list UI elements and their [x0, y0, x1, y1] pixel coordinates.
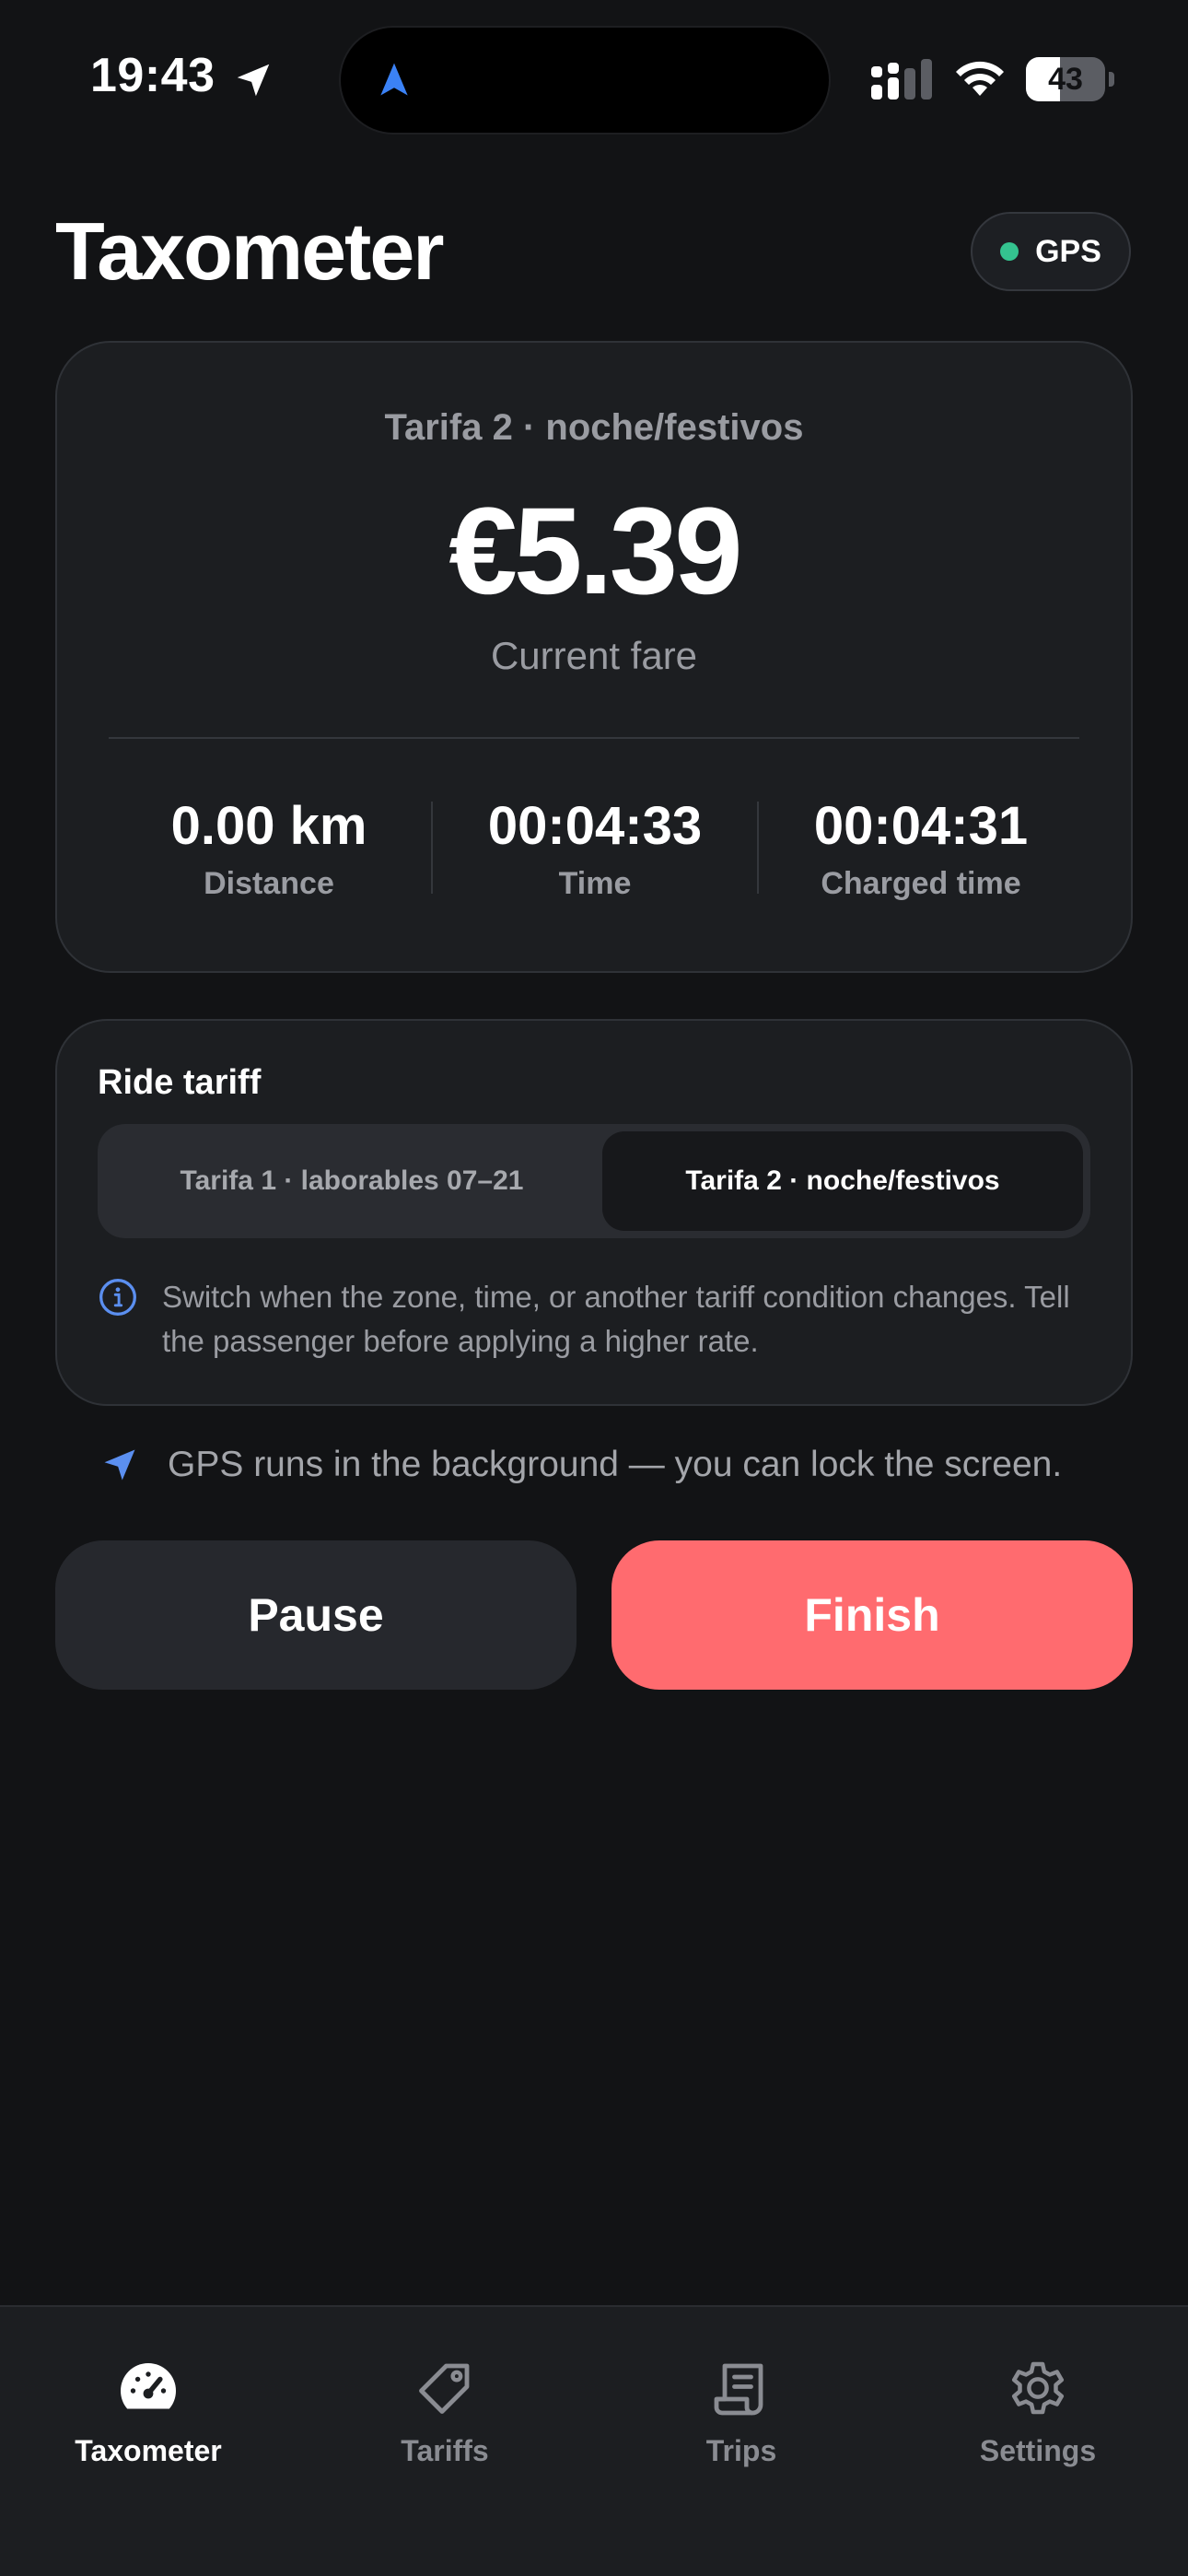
tab-trips-label: Trips: [705, 2434, 777, 2467]
fare-card: Tarifa 2 · noche/festivos €5.39 Current …: [55, 341, 1133, 973]
status-bar: 19:43 43: [0, 0, 1188, 157]
tariff-segmented-control: Tarifa 1 · laborables 07–21 Tarifa 2 · n…: [98, 1124, 1090, 1238]
location-arrow-icon: [104, 1449, 135, 1481]
battery-indicator: 43: [1026, 57, 1114, 101]
wifi-icon: [956, 61, 1004, 96]
tab-tariffs[interactable]: Tariffs: [297, 2355, 593, 2493]
speedometer-icon: [121, 2363, 176, 2409]
gear-icon: [1011, 2361, 1065, 2415]
cellular-signal-icon: [871, 59, 932, 100]
page-title: Taxometer: [55, 205, 445, 297]
ride-tariff-card: Ride tariff Tarifa 1 · laborables 07–21 …: [55, 1019, 1133, 1406]
tariff-option-2[interactable]: Tarifa 2 · noche/festivos: [602, 1131, 1083, 1231]
stat-distance-value: 0.00 km: [170, 796, 367, 856]
ride-tariff-heading: Ride tariff: [98, 1063, 262, 1102]
location-arrow-icon: [237, 64, 270, 97]
tab-trips[interactable]: Trips: [593, 2355, 890, 2493]
current-fare-amount: €5.39: [448, 483, 742, 620]
tab-tariffs-label: Tariffs: [401, 2434, 489, 2467]
stat-time-value: 00:04:33: [487, 796, 703, 856]
tab-settings-label: Settings: [979, 2434, 1097, 2467]
tab-bar: Taxometer Tariffs Trips Settings: [0, 2305, 1188, 2576]
stat-charged-time-label: Charged time: [821, 866, 1021, 901]
battery-cap: [1109, 72, 1114, 87]
receipt-icon: [714, 2363, 763, 2416]
tariff-note: Switch when the zone, time, or another t…: [98, 1275, 1092, 1364]
navigation-icon: [380, 63, 408, 96]
gps-status-badge[interactable]: GPS: [971, 212, 1131, 291]
tariff-note-text: Switch when the zone, time, or another t…: [162, 1280, 1070, 1358]
finish-button[interactable]: Finish: [611, 1540, 1133, 1690]
gps-status-dot: [1000, 242, 1019, 261]
stat-time-label: Time: [558, 866, 632, 901]
stat-charged-time-value: 00:04:31: [813, 796, 1029, 856]
status-time: 19:43: [90, 49, 215, 102]
battery-percent: 43: [1048, 62, 1083, 97]
stat-separator: [431, 802, 433, 894]
battery-body: 43: [1026, 57, 1105, 101]
gps-background-hint: GPS runs in the background — you can loc…: [99, 1445, 1140, 1485]
tab-taxometer-label: Taxometer: [75, 2434, 222, 2467]
stat-separator: [757, 802, 759, 894]
pause-button[interactable]: Pause: [55, 1540, 577, 1690]
ride-stats: 0.00 km Distance 00:04:33 Time 00:04:31 …: [57, 794, 1131, 923]
stat-distance: 0.00 km Distance: [107, 794, 431, 902]
tariff-option-1[interactable]: Tarifa 1 · laborables 07–21: [105, 1131, 599, 1231]
stat-charged-time: 00:04:31 Charged time: [759, 794, 1083, 902]
stat-distance-label: Distance: [204, 866, 334, 901]
fare-divider: [109, 737, 1079, 739]
gps-status-label: GPS: [1035, 233, 1101, 269]
dynamic-island: [341, 28, 829, 133]
stat-time: 00:04:33 Time: [433, 794, 757, 902]
tab-settings[interactable]: Settings: [890, 2355, 1186, 2493]
gps-hint-text: GPS runs in the background — you can loc…: [168, 1445, 1063, 1484]
tag-icon: [419, 2363, 470, 2414]
fare-tariff-label: Tarifa 2 · noche/festivos: [384, 407, 804, 448]
info-icon: [99, 1279, 136, 1316]
tab-taxometer[interactable]: Taxometer: [0, 2355, 297, 2493]
current-fare-caption: Current fare: [490, 634, 698, 677]
